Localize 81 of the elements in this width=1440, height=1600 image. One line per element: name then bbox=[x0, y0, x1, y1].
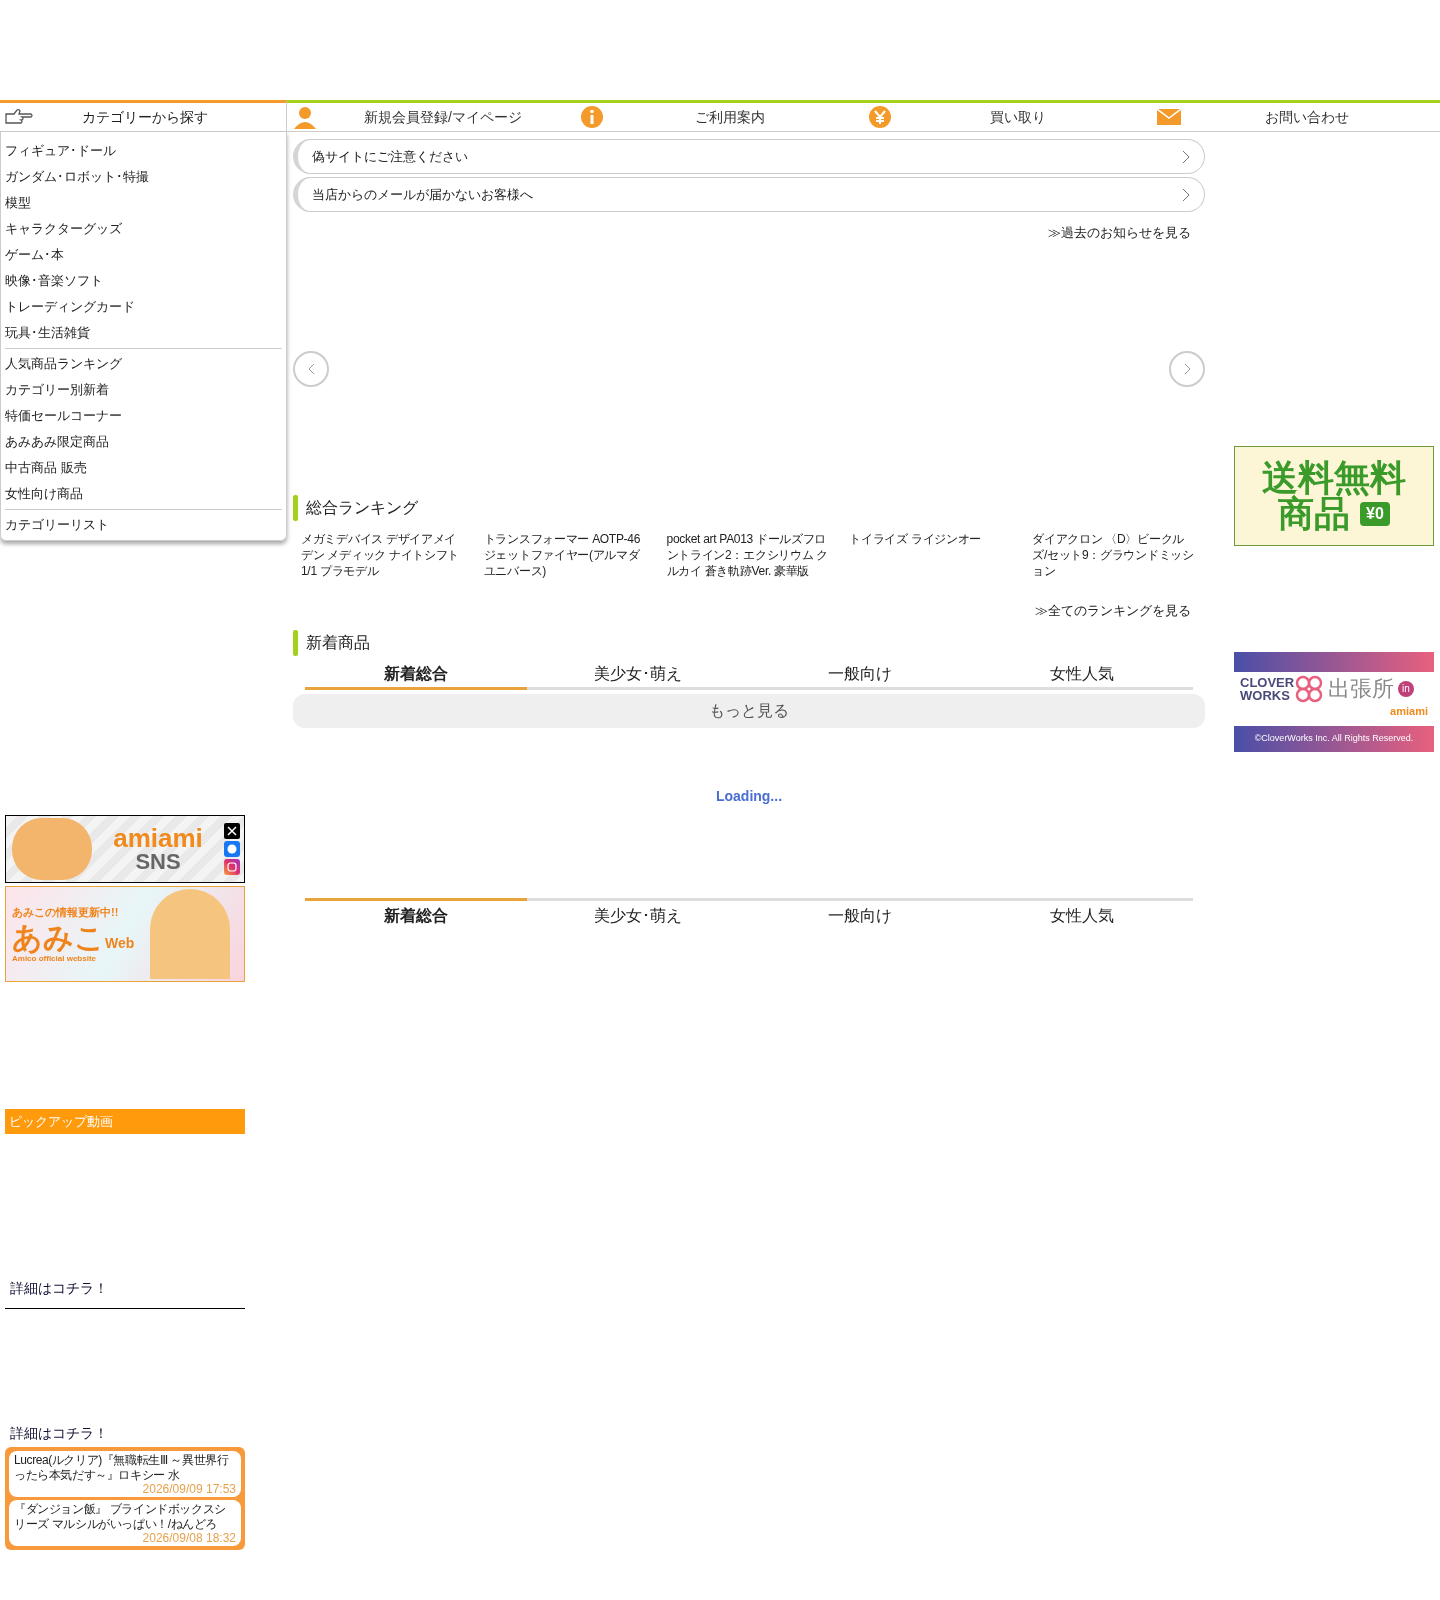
chevron-right-icon bbox=[1182, 149, 1190, 164]
delivery-truck-price: ¥0 bbox=[1360, 502, 1390, 526]
ranking-item-title[interactable]: トランスフォーマー AOTP-46 ジェットファイヤー(アルマダユニバース) bbox=[483, 530, 649, 597]
in-badge: in bbox=[1398, 680, 1414, 697]
all-ranking-link[interactable]: ≫全てのランキングを見る bbox=[1035, 600, 1191, 620]
details-link[interactable]: 詳細はコチラ！ bbox=[10, 1276, 287, 1300]
category-header-title: カテゴリーから探す bbox=[80, 107, 209, 127]
category-link[interactable]: ゲーム･本 bbox=[5, 242, 282, 268]
section-accent bbox=[293, 630, 298, 656]
info-icon bbox=[581, 106, 603, 128]
notice-row[interactable]: 当店からのメールが届かないお客様へ bbox=[293, 177, 1205, 212]
chevron-right-icon bbox=[1183, 362, 1191, 375]
loading-text: Loading... bbox=[715, 786, 783, 806]
cloverworks-banner-title: 出張所 bbox=[1328, 675, 1394, 703]
sns-banner-caption: SNS bbox=[135, 851, 181, 873]
tab[interactable]: 新着総合 bbox=[305, 898, 527, 928]
chevron-right-icon bbox=[1182, 187, 1190, 202]
amico-banner-logo: あみこ bbox=[12, 920, 105, 954]
tab[interactable]: 新着総合 bbox=[305, 660, 527, 690]
cloverworks-banner[interactable]: CLOVER WORKS 出張所 in amiami ©CloverWorks Inc. All Rights Reserved. bbox=[1234, 652, 1434, 752]
nav-link[interactable]: 新規会員登録/マイページ bbox=[287, 103, 575, 131]
tab[interactable]: 女性人気 bbox=[971, 660, 1193, 690]
sns-banner[interactable]: amiami SNS bbox=[5, 815, 245, 883]
news-item[interactable]: Lucrea(ルクリア)『無職転生Ⅲ ～異世界行ったら本気だす～』ロキシー 水 2026/09/09 17:53 bbox=[9, 1451, 241, 1497]
amico-banner-logo-suffix: Web bbox=[105, 933, 135, 953]
ranking-item-title[interactable]: pocket art PA013 ドールズフロントライン2：エクシリウム クルカイ 蒼き軌跡Ver. 豪華版 bbox=[666, 530, 832, 597]
category-link[interactable]: キャラクターグッズ bbox=[5, 216, 282, 242]
news-item[interactable]: 『ダンジョン飯』 ブラインドボックスシリーズ マルシルがいっぱい！/ねんどろ 2026/09/08 18:32 bbox=[9, 1500, 241, 1546]
free-shipping-banner[interactable]: 送料無料 商品 ¥0 bbox=[1234, 446, 1434, 546]
news-date: 2026/09/09 17:53 bbox=[142, 1483, 236, 1496]
ranking-item-title[interactable]: メガミデバイス デザイアメイデン メディック ナイトシフト 1/1 プラモデル bbox=[301, 530, 466, 597]
past-notices-link[interactable]: ≫過去のお知らせを見る bbox=[1048, 223, 1191, 243]
news-title: Lucrea(ルクリア)『無職転生Ⅲ ～異世界行ったら本気だす～』ロキシー 水 bbox=[14, 1453, 230, 1483]
person-icon bbox=[293, 105, 317, 129]
clover-icon bbox=[1294, 673, 1324, 704]
tab[interactable]: 一般向け bbox=[749, 660, 971, 690]
category-link[interactable]: あみあみ限定商品 bbox=[5, 429, 282, 455]
tab[interactable]: 女性人気 bbox=[971, 898, 1193, 928]
pickup-video-header: ピックアップ動画 bbox=[5, 1109, 245, 1134]
tab[interactable]: 一般向け bbox=[749, 898, 971, 928]
category-link[interactable]: 映像･音楽ソフト bbox=[5, 268, 282, 294]
more-button[interactable]: もっと見る bbox=[293, 694, 1205, 728]
section-title: 新着商品 bbox=[306, 633, 370, 653]
news-title: 『ダンジョン飯』 ブラインドボックスシリーズ マルシルがいっぱい！/ねんどろ bbox=[14, 1502, 227, 1532]
tab[interactable]: 美少女･萌え bbox=[527, 898, 749, 928]
category-link[interactable]: 模型 bbox=[5, 190, 282, 216]
free-shipping-banner-subtitle: 商品 bbox=[1278, 496, 1351, 532]
news-date: 2026/09/08 18:32 bbox=[142, 1532, 236, 1545]
amiami-logo: amiami bbox=[1390, 705, 1428, 717]
mail-icon bbox=[1157, 109, 1181, 125]
category-link[interactable]: 特価セールコーナー bbox=[5, 403, 282, 429]
x-icon[interactable] bbox=[224, 823, 240, 839]
section-accent bbox=[293, 494, 298, 521]
copyright-text: ©CloverWorks Inc. All Rights Reserved. bbox=[1253, 732, 1415, 745]
category-link[interactable]: トレーディングカード bbox=[5, 294, 282, 320]
category-link[interactable]: 人気商品ランキング bbox=[5, 351, 282, 377]
category-link[interactable]: 中古商品 販売 bbox=[5, 455, 282, 481]
facebook-icon[interactable] bbox=[224, 841, 240, 857]
category-link[interactable]: カテゴリーリスト bbox=[5, 512, 282, 538]
section-title: 総合ランキング bbox=[306, 497, 418, 518]
ranking-item-title[interactable]: トイライズ ライジンオー bbox=[849, 530, 1015, 597]
category-link[interactable]: カテゴリー別新着 bbox=[5, 377, 282, 403]
nav-link[interactable]: お問い合わせ bbox=[1151, 103, 1439, 131]
details-link[interactable]: 詳細はコチラ！ bbox=[10, 1421, 287, 1445]
nav-link[interactable]: ご利用案内 bbox=[575, 103, 863, 131]
nav-link[interactable]: 買い取り bbox=[863, 103, 1151, 131]
sns-banner-logo: amiami bbox=[113, 825, 203, 851]
category-link[interactable]: ガンダム･ロボット･特撮 bbox=[5, 164, 282, 190]
category-link[interactable]: 玩具･生活雑貨 bbox=[5, 320, 282, 346]
category-link[interactable]: フィギュア･ドール bbox=[5, 138, 282, 164]
chevron-left-icon bbox=[307, 362, 315, 375]
notice-row[interactable]: 偽サイトにご注意ください bbox=[293, 139, 1205, 174]
free-shipping-banner-title: 送料無料 bbox=[1262, 460, 1406, 496]
yen-icon bbox=[869, 106, 891, 128]
amico-banner-headline: あみこの情報更新中!! bbox=[12, 905, 120, 921]
ranking-item-title[interactable]: ダイアクロン 〈D〉ビークルズ/セット9：グラウンドミッション bbox=[1032, 530, 1197, 597]
amico-banner-tagline: Amico official website bbox=[12, 953, 98, 964]
category-link[interactable]: 女性向け商品 bbox=[5, 481, 282, 507]
instagram-icon[interactable] bbox=[224, 859, 240, 875]
tab[interactable]: 美少女･萌え bbox=[527, 660, 749, 690]
pointing-hand-icon bbox=[5, 108, 33, 126]
